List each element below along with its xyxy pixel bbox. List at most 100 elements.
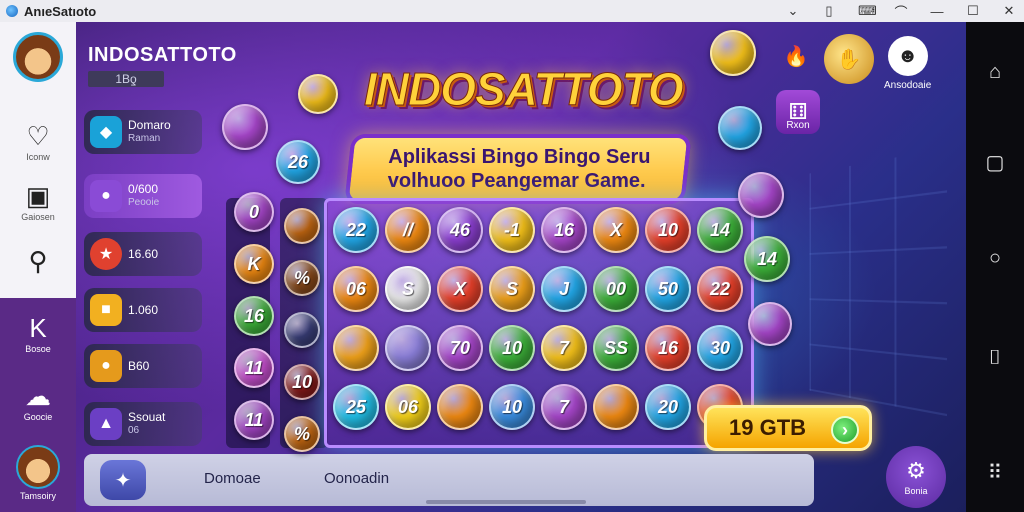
side-ball-dark[interactable]: [284, 312, 320, 348]
bingo-ball[interactable]: S: [489, 266, 535, 312]
profile-badge[interactable]: ☻ Ansodoaie: [884, 36, 931, 91]
side-ball[interactable]: 16: [234, 296, 274, 336]
dice-badge[interactable]: ⚅ Rxon: [776, 90, 820, 134]
home-indicator-bar[interactable]: [426, 500, 586, 504]
bingo-ball[interactable]: 20: [645, 384, 691, 430]
home-button[interactable]: ✦: [100, 460, 146, 500]
bingo-ball[interactable]: 70: [437, 325, 483, 371]
maximize-icon[interactable]: ☐: [966, 3, 980, 19]
floating-ball[interactable]: [710, 30, 756, 76]
menu-card-3[interactable]: ★ 16.60: [84, 232, 202, 276]
lock-icon[interactable]: ▯: [822, 3, 836, 19]
menu-card-2[interactable]: ● 0/600 Peooie: [84, 174, 202, 218]
menu-card-title: 0/600: [128, 182, 159, 196]
prize-button[interactable]: 19 GTB ›: [704, 405, 872, 451]
close-icon[interactable]: ✕: [1002, 3, 1016, 19]
bingo-ball[interactable]: SS: [593, 325, 639, 371]
keyboard-icon[interactable]: ⌨: [858, 3, 877, 19]
bingo-ball[interactable]: S: [385, 266, 431, 312]
bingo-ball[interactable]: X: [437, 266, 483, 312]
side-ball-dark[interactable]: 10: [284, 364, 320, 400]
bingo-ball[interactable]: J: [541, 266, 587, 312]
bingo-ball[interactable]: X: [593, 207, 639, 253]
right-ball[interactable]: [748, 302, 792, 346]
right-ball[interactable]: [738, 172, 784, 218]
bingo-ball[interactable]: 10: [489, 384, 535, 430]
floating-ball[interactable]: [298, 74, 338, 114]
bingo-ball[interactable]: 30: [697, 325, 743, 371]
subtitle-banner: Aplikassi Bingo Bingo Seru volhuoo Peang…: [344, 134, 692, 204]
bingo-ball[interactable]: 06: [333, 266, 379, 312]
bingo-ball[interactable]: [437, 384, 483, 430]
bonus-button[interactable]: ⚙ Bonia: [886, 446, 946, 508]
bingo-ball[interactable]: 16: [645, 325, 691, 371]
side-ball-dark[interactable]: %: [284, 260, 320, 296]
prize-amount: 19 GTB: [729, 415, 807, 440]
bingo-ball[interactable]: 10: [645, 207, 691, 253]
apps-grid-icon[interactable]: ⠿: [966, 452, 1024, 492]
sidebar-item-bosoe[interactable]: K Bosoe: [0, 298, 76, 370]
bingo-ball[interactable]: [385, 325, 431, 371]
side-ball-dark[interactable]: %: [284, 416, 320, 452]
home-icon[interactable]: ⌂: [966, 52, 1024, 92]
menu-card-1[interactable]: ◆ Domaro Raman: [84, 110, 202, 154]
footer-label: Tamsoiry: [19, 491, 56, 501]
sidebar-item-iconw[interactable]: ♡ Iconw: [0, 114, 76, 170]
bingo-ball[interactable]: //: [385, 207, 431, 253]
bingo-ball[interactable]: [333, 325, 379, 371]
ghost-icon: ●: [90, 180, 122, 212]
bingo-ball[interactable]: 16: [541, 207, 587, 253]
minimize-icon[interactable]: —: [930, 4, 944, 19]
footer-avatar: [16, 445, 60, 489]
side-ball-dark[interactable]: [284, 208, 320, 244]
bingo-ball[interactable]: 46: [437, 207, 483, 253]
bingo-ball[interactable]: 14: [697, 207, 743, 253]
gear-icon: ⚙: [906, 458, 926, 483]
sidebar-item-goocie[interactable]: ☁ Goocie: [0, 370, 76, 434]
side-ball[interactable]: 11: [234, 348, 274, 388]
menu-card-4[interactable]: ■ 1.060: [84, 288, 202, 332]
menu-card-title: Ssouat: [128, 410, 166, 424]
bingo-ball[interactable]: 7: [541, 325, 587, 371]
bingo-ball[interactable]: 25: [333, 384, 379, 430]
bingo-ball[interactable]: 22: [697, 266, 743, 312]
bingo-ball[interactable]: [593, 384, 639, 430]
bingo-ball[interactable]: 22: [333, 207, 379, 253]
chevron-down-icon[interactable]: ⌄: [786, 3, 800, 19]
floating-ball[interactable]: [718, 106, 762, 150]
coin-badge[interactable]: ✋: [824, 34, 874, 84]
bingo-ball[interactable]: 00: [593, 266, 639, 312]
wifi-icon[interactable]: ⌒: [894, 2, 908, 21]
star-icon: ★: [90, 238, 122, 270]
brand-block: INDOSATTOTO 1Bƍ: [88, 44, 237, 87]
side-ball[interactable]: 0: [234, 192, 274, 232]
nav-right-label[interactable]: Oonoadin: [324, 470, 389, 487]
sidebar-item-label: Bosoe: [25, 344, 51, 354]
menu-card-6[interactable]: ▲ Ssouat 06: [84, 402, 202, 446]
bingo-ball[interactable]: 50: [645, 266, 691, 312]
circle-home-icon[interactable]: ○: [966, 238, 1024, 278]
side-ball[interactable]: K: [234, 244, 274, 284]
bingo-ball[interactable]: -1: [489, 207, 535, 253]
fire-badge[interactable]: 🔥: [776, 36, 816, 76]
bingo-ball[interactable]: 7: [541, 384, 587, 430]
side-ball[interactable]: 11: [234, 400, 274, 440]
bingo-ball[interactable]: 10: [489, 325, 535, 371]
nav-left-label[interactable]: Domoae: [204, 470, 261, 487]
menu-card-5[interactable]: ● B60: [84, 344, 202, 388]
bingo-ball[interactable]: 06: [385, 384, 431, 430]
sidebar-item-store[interactable]: ▣ Gaiosen: [0, 174, 76, 230]
android-nav-rail: ⌂ ▢ ○ ⌷ ⠿: [966, 22, 1024, 512]
back-icon[interactable]: ⌷: [966, 338, 1024, 378]
fire-icon: 🔥: [783, 45, 809, 68]
floating-ball[interactable]: 26: [276, 140, 320, 184]
menu-card-title: B60: [128, 358, 150, 373]
sidebar-item-search[interactable]: ⚲: [0, 234, 76, 290]
profile-avatar[interactable]: [13, 32, 63, 82]
floating-ball[interactable]: [222, 104, 268, 150]
avatar-icon: ☻: [887, 36, 928, 76]
right-ball[interactable]: 14: [744, 236, 790, 282]
game-title: INDOSATTOTO: [364, 63, 685, 116]
sidebar-footer[interactable]: Tamsoiry: [0, 434, 76, 512]
overview-icon[interactable]: ▢: [966, 142, 1024, 182]
